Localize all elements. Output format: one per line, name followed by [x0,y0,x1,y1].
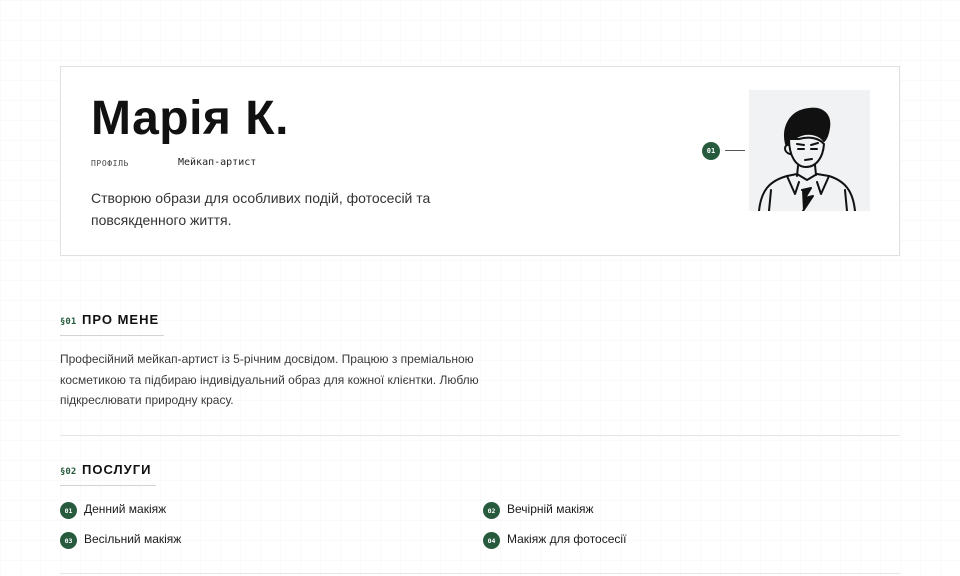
services-section-number: §02 [60,467,77,477]
avatar [749,90,870,211]
section-divider [60,435,900,436]
about-title-underline [60,335,164,336]
service-label: Макіяж для фотосесії [507,532,627,546]
service-label: Весільний макіяж [84,532,182,546]
about-section-title: ПРО МЕНЕ [82,312,160,327]
service-label: Денний макіяж [84,502,167,516]
person-illustration-icon [758,107,856,211]
service-number-badge: 02 [483,502,500,519]
service-number-badge: 01 [60,502,77,519]
avatar-pin-badge: 01 [702,142,720,160]
profile-tagline: Створюю образи для особливих подій, фото… [91,190,431,228]
service-number-badge: 03 [60,532,77,549]
profile-name: Марія К. [91,92,289,145]
services-section-header: §02 ПОСЛУГИ [60,462,170,486]
profile-card: Марія К. ПРОФІЛЬ Мейкап-артист Створюю о… [60,66,900,256]
services-section-title: ПОСЛУГИ [82,462,152,477]
profile-role: Мейкап-артист [178,157,257,168]
profile-meta-label: ПРОФІЛЬ [91,159,129,168]
service-label: Вечірній макіяж [507,502,594,516]
avatar-pin-line [725,150,745,151]
service-number-badge: 04 [483,532,500,549]
bottom-divider [60,573,900,574]
about-section-number: §01 [60,317,77,327]
services-title-underline [60,485,156,486]
about-section-header: §01 ПРО МЕНЕ [60,312,170,336]
about-text: Професійний мейкап-артист із 5-річним до… [60,352,479,407]
